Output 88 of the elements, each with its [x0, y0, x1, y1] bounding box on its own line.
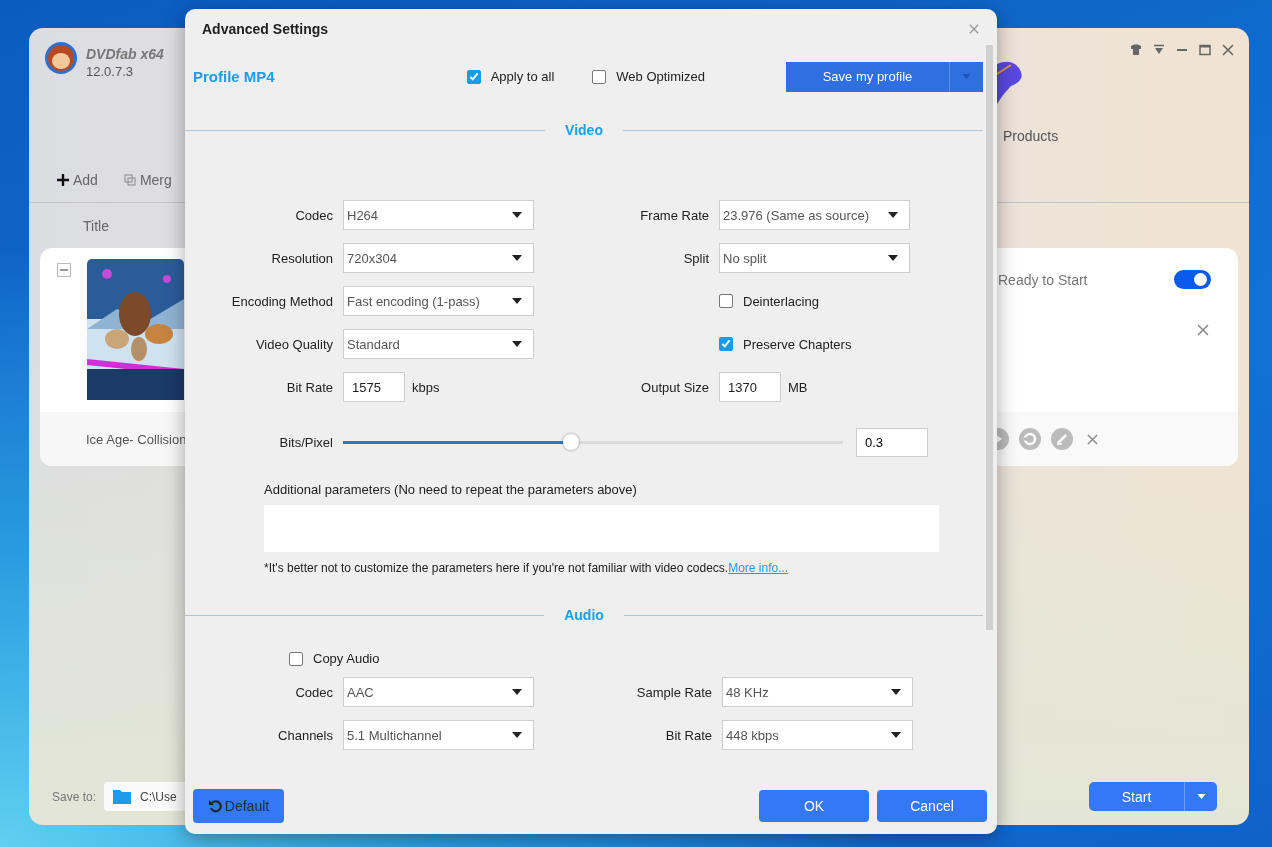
save-path-field[interactable]: C:\Use: [104, 782, 185, 811]
add-button[interactable]: Add: [57, 172, 98, 188]
plus-icon: [57, 174, 69, 186]
merge-button[interactable]: Merg: [123, 172, 172, 188]
field-label: Resolution: [270, 250, 333, 266]
field-label: Additional parameters (No need to repeat the parameters above): [264, 482, 638, 497]
unit-label: kbps: [412, 379, 440, 395]
save-profile-button[interactable]: Save my profile: [786, 61, 950, 92]
check-icon: [467, 70, 480, 83]
close-icon[interactable]: [969, 24, 979, 34]
undo-icon: [207, 799, 222, 813]
caret-icon: [512, 255, 522, 261]
number-field[interactable]: 1370: [719, 372, 781, 402]
cancel-button[interactable]: Cancel: [877, 790, 987, 822]
save-dropdown-button[interactable]: [950, 61, 983, 92]
edit-icon[interactable]: [1051, 428, 1073, 450]
column-header: Title: [83, 217, 109, 234]
caret-icon: [512, 298, 522, 304]
field-label: Codec: [294, 207, 333, 223]
caret-icon: [891, 689, 901, 695]
note-text: *It's better not to customize the parameters here if you're not familiar with video codecs.: [264, 561, 729, 575]
option-checkbox[interactable]: Apply to all: [466, 69, 555, 84]
start-button[interactable]: Start: [1089, 782, 1185, 811]
field-label: Frame Rate: [639, 207, 709, 223]
caret-icon: [1196, 794, 1206, 799]
field-label: Bits/Pixel: [278, 434, 333, 450]
remove-icon[interactable]: [1087, 433, 1098, 445]
field-label: Bit Rate: [285, 379, 333, 395]
start-dropdown-button[interactable]: [1185, 782, 1217, 811]
movie-title: Ice Age- Collision: [86, 431, 185, 447]
field-label: Codec: [294, 684, 333, 700]
dropdown[interactable]: 23.976 (Same as source): [719, 200, 910, 230]
back-icon[interactable]: [1019, 428, 1041, 450]
task-status: Ready to Start: [998, 271, 1088, 288]
field-label: Split: [682, 250, 709, 266]
slider[interactable]: [343, 434, 843, 450]
dialog-title: Advanced Settings: [202, 21, 329, 37]
collapse-icon[interactable]: [57, 263, 71, 277]
dropdown[interactable]: 48 KHz: [722, 677, 913, 707]
check-icon: [720, 338, 732, 350]
option-checkbox[interactable]: Copy Audio: [289, 651, 983, 666]
dropdown[interactable]: Fast encoding (1-pass): [343, 286, 534, 316]
save-to-label: Save to:: [52, 789, 97, 804]
profile-label: Profile MP4: [193, 68, 276, 85]
number-field[interactable]: 1575: [343, 372, 405, 402]
dropdown[interactable]: 448 kbps: [722, 720, 913, 750]
blob-icon[interactable]: [997, 60, 1024, 106]
field-label: Encoding Method: [230, 293, 333, 309]
caret-icon: [888, 212, 898, 218]
caret-icon: [512, 212, 522, 218]
option-checkbox[interactable]: Deinterlacing: [719, 293, 910, 309]
products-tab[interactable]: Products: [1003, 128, 1059, 144]
field-label: Sample Rate: [635, 684, 712, 700]
unit-label: MB: [788, 379, 808, 395]
app-name: DVDfab x64: [86, 46, 164, 62]
menu-icon[interactable]: [1153, 44, 1165, 56]
merge-icon: [123, 174, 136, 186]
caret-icon: [891, 732, 901, 738]
close-icon[interactable]: [1197, 324, 1209, 336]
close-icon[interactable]: [1222, 44, 1234, 56]
option-checkbox[interactable]: Web Optimized: [592, 69, 705, 84]
shirt-icon[interactable]: [1130, 44, 1142, 56]
dropdown[interactable]: Standard: [343, 329, 534, 359]
maximize-icon[interactable]: [1199, 44, 1211, 56]
option-checkbox[interactable]: Preserve Chapters: [719, 336, 910, 352]
folder-icon: [113, 789, 132, 804]
caret-icon: [888, 255, 898, 261]
app-version: 12.0.7.3: [86, 64, 134, 79]
field-label: Output Size: [640, 379, 709, 395]
dropdown[interactable]: 5.1 Multichannel: [343, 720, 534, 750]
caret-icon: [512, 689, 522, 695]
section-heading: Video: [565, 122, 603, 138]
toggle-switch[interactable]: [1174, 270, 1211, 289]
section-heading: Audio: [564, 607, 604, 623]
dropdown[interactable]: No split: [719, 243, 910, 273]
dropdown[interactable]: H264: [343, 200, 534, 230]
field-label: Channels: [277, 727, 333, 743]
dropdown[interactable]: 720x304: [343, 243, 534, 273]
dropdown[interactable]: AAC: [343, 677, 534, 707]
caret-icon: [962, 74, 971, 79]
scrollbar[interactable]: [986, 45, 993, 630]
ok-button[interactable]: OK: [759, 790, 869, 822]
default-button[interactable]: Default: [193, 789, 284, 823]
field-label: Bit Rate: [664, 727, 712, 743]
caret-icon: [512, 341, 522, 347]
caret-icon: [512, 732, 522, 738]
field-label: Video Quality: [254, 336, 333, 352]
value-field[interactable]: 0.3: [856, 427, 928, 457]
